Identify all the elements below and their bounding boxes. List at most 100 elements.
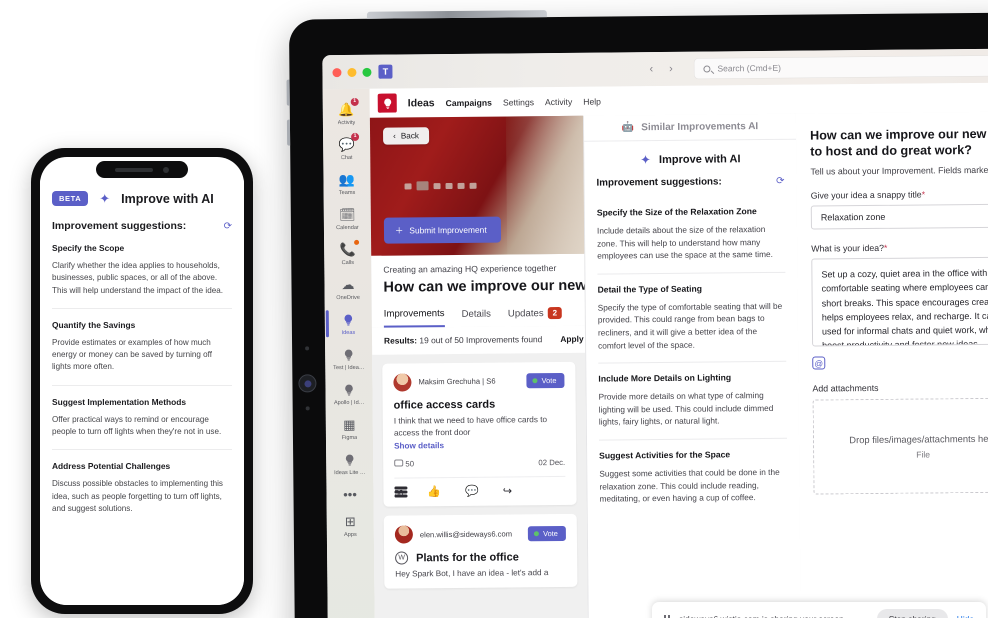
tab-settings[interactable]: Settings: [503, 97, 534, 107]
sidebar-item-calls[interactable]: 📞 Calls: [324, 236, 371, 271]
sidebar-item-label: Apollo | Id…: [333, 399, 365, 407]
sidebar-item-figma[interactable]: ▦ Figma: [326, 411, 373, 446]
vote-button[interactable]: Vote: [526, 373, 565, 389]
updates-count-badge: 2: [547, 307, 563, 320]
campaign-scroll[interactable]: Creating an amazing HQ experience togeth…: [371, 253, 588, 618]
tablet-screen: ‹ › Search (Cmd+E) 🔔 1 Activity: [322, 48, 988, 618]
comment-icon[interactable]: 💬: [465, 485, 479, 498]
phone-suggestions-label: Improvement suggestions:: [52, 220, 187, 232]
tab-details[interactable]: Details: [462, 308, 491, 325]
apply-filter-button[interactable]: Apply: [560, 333, 583, 343]
sidebar-item-calendar[interactable]: 🗓 Calendar: [324, 201, 371, 236]
search-input[interactable]: Search (Cmd+E): [694, 55, 988, 79]
sparkle-icon: ✦: [640, 152, 652, 168]
tab-help[interactable]: Help: [583, 96, 601, 106]
figma-icon: ▦: [343, 416, 356, 433]
lightbulb-glyph: [344, 349, 353, 361]
phone-app-content: BETA ✦ Improve with AI Improvement sugge…: [40, 179, 244, 605]
window-controls[interactable]: [332, 67, 372, 77]
suggestion-heading: Quantify the Savings: [52, 319, 136, 330]
status-badge: 1: [350, 97, 359, 106]
sidebar-item-apps[interactable]: ⊞ Apps: [327, 508, 374, 543]
chevron-right-icon[interactable]: ›: [669, 63, 673, 75]
refresh-icon[interactable]: ⟳: [776, 176, 784, 187]
vote-button[interactable]: Vote: [528, 525, 566, 542]
ai-suggestions-label: Improvement suggestions:: [596, 176, 722, 189]
sidebar-item-ideas-lite[interactable]: Ideas Lite …: [326, 446, 373, 481]
phone-camera-icon: [163, 166, 169, 173]
sidebar-item-label: OneDrive: [336, 294, 360, 302]
submit-improvement-button[interactable]: ＋ Submit Improvement: [383, 216, 501, 244]
list-item[interactable]: Maksim Grechuha | S6 Vote office access …: [382, 361, 577, 508]
chevron-left-icon[interactable]: ‹: [649, 63, 653, 75]
card-points: 50: [405, 459, 415, 469]
title-label-text: Give your idea a snappy title: [810, 189, 922, 201]
tab-updates-label: Updates: [507, 307, 544, 320]
screenshot-stage: BETA ✦ Improve with AI Improvement sugge…: [0, 0, 988, 618]
tab-updates[interactable]: Updates 2: [507, 307, 563, 326]
tab-improvements[interactable]: Improvements: [383, 307, 445, 328]
improve-with-ai-title: Improve with AI: [658, 152, 741, 166]
sidebar-item-teams[interactable]: 👥 Teams: [323, 166, 370, 201]
suggestion-heading: Address Potential Challenges: [52, 461, 171, 472]
list-item: Include More Details on Lighting Provide…: [586, 362, 799, 441]
sidebar-item-chat[interactable]: 💬 1 Chat: [323, 131, 370, 166]
bell-icon: 🔔 1: [338, 97, 359, 118]
idea-textarea[interactable]: Set up a cozy, quiet area in the office …: [811, 256, 988, 347]
chevron-left-icon: ‹: [393, 131, 396, 141]
sidebar-item-onedrive[interactable]: ☁ OneDrive: [324, 271, 371, 306]
sidebar-item-test-ideas[interactable]: Test | Idea…: [325, 341, 372, 376]
vote-status-dot: [532, 378, 538, 384]
attachments-label: Add attachments: [812, 383, 879, 394]
list-item: Quantify the Savings Provide estimates o…: [52, 320, 232, 386]
sidebar-item-activity[interactable]: 🔔 1 Activity: [323, 96, 370, 131]
lightbulb-glyph: [345, 384, 353, 396]
tablet-camera-bar: [366, 10, 547, 19]
card-actions: 50 👍 💬 ↪: [394, 476, 566, 500]
suggestion-heading: Include More Details on Lighting: [598, 372, 732, 384]
minimize-icon[interactable]: [347, 67, 357, 77]
maximize-icon[interactable]: [362, 67, 372, 77]
hide-button[interactable]: Hide: [957, 614, 974, 618]
tab-campaigns[interactable]: Campaigns: [446, 97, 492, 107]
suggestion-body: Provide more details on what type of cal…: [598, 390, 774, 428]
sidebar-more-button[interactable]: •••: [326, 481, 373, 508]
avatar: [393, 373, 412, 392]
tab-activity[interactable]: Activity: [545, 96, 572, 106]
file-dropzone[interactable]: Drop files/images/attachments here File: [812, 397, 988, 495]
show-details-link[interactable]: Show details: [394, 440, 565, 451]
close-icon[interactable]: [332, 67, 342, 77]
card-body: Hey Spark Bot, I have an idea - let's ad…: [395, 568, 549, 580]
tablet-volume-down-button[interactable]: [286, 119, 291, 146]
share-icon[interactable]: ↪: [503, 485, 512, 498]
mention-at-icon[interactable]: @: [812, 356, 826, 370]
sidebar-item-label: Calls: [341, 259, 355, 267]
improvements-feed: Maksim Grechuha | S6 Vote office access …: [372, 352, 587, 590]
search-icon: [703, 65, 711, 73]
navigation-arrows[interactable]: ‹ ›: [649, 63, 672, 75]
back-button[interactable]: ‹ Back: [382, 127, 430, 145]
results-text: 19 out of 50 Improvements found: [419, 333, 543, 346]
sidebar-item-ideas[interactable]: Ideas: [325, 306, 372, 341]
phone-device: BETA ✦ Improve with AI Improvement sugge…: [31, 148, 253, 614]
cloud-icon: ☁: [341, 276, 355, 293]
app-name: Ideas: [407, 96, 435, 109]
stop-sharing-button[interactable]: Stop sharing: [876, 609, 948, 618]
title-input[interactable]: Relaxation zone: [810, 203, 988, 230]
suggestion-heading: Specify the Size of the Relaxation Zone: [596, 206, 757, 218]
points-stack-icon[interactable]: 50: [394, 486, 408, 498]
section-tabs: Improvements Details Updates 2: [383, 307, 573, 328]
ai-panel-title: Similar Improvements AI: [641, 121, 759, 134]
list-item: Specify the Size of the Relaxation Zone …: [585, 195, 798, 275]
refresh-icon[interactable]: ⟳: [224, 221, 232, 232]
sidebar-item-apollo-ideas[interactable]: Apollo | Id…: [325, 376, 372, 411]
vote-label: Vote: [543, 528, 558, 539]
thumbs-up-icon[interactable]: 👍: [427, 486, 441, 499]
phone-header: BETA ✦ Improve with AI: [52, 191, 232, 206]
phone-notch: [96, 161, 188, 178]
sidebar-item-label: Figma: [341, 434, 358, 442]
tablet-volume-up-button[interactable]: [286, 79, 290, 106]
sidebar-item-label: Activity: [337, 119, 356, 127]
lightbulb-icon: [341, 451, 358, 468]
list-item[interactable]: elen.willis@sideways6.com Vote W Plants …: [383, 514, 578, 590]
